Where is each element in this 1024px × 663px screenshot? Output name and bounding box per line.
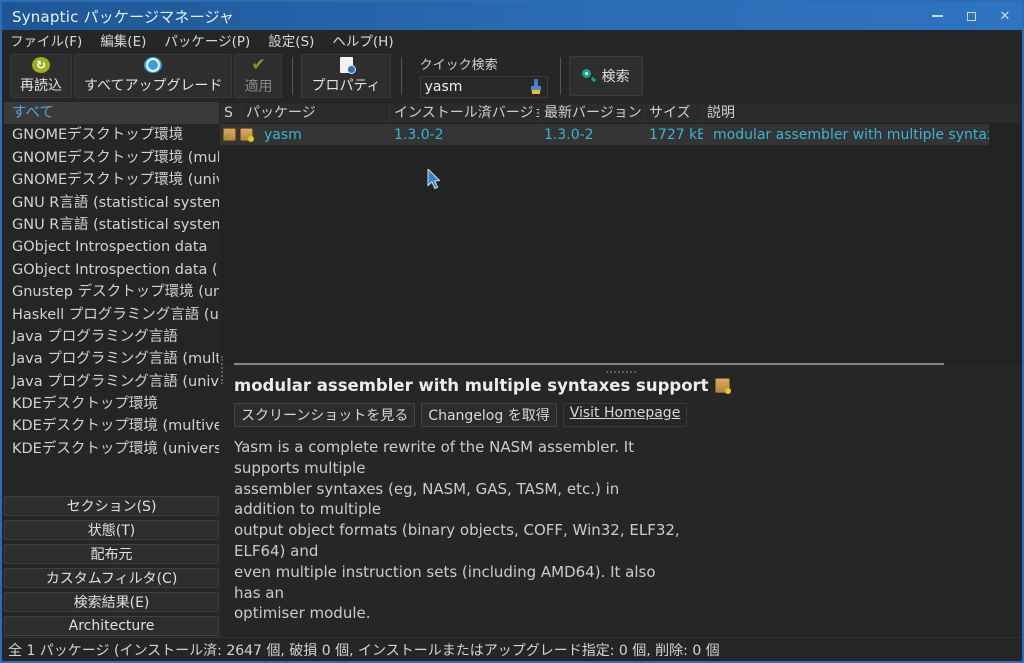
cell-installed-version: 1.3.0-2 [394, 126, 444, 143]
details-description: Yasm is a complete rewrite of the NASM a… [234, 438, 680, 623]
menu-help[interactable]: ヘルプ(H) [332, 30, 393, 50]
sidebar-item-all[interactable]: すべて [4, 102, 219, 125]
quick-search-input[interactable]: yasm [419, 75, 548, 98]
properties-label: プロパティ [311, 77, 381, 94]
close-icon: ✕ [999, 8, 1011, 24]
sidebar-item[interactable]: Java プログラミング言語 [4, 326, 219, 348]
status-text: 全 1 パッケージ (インストール済: 2647 個, 破損 0 個, インスト… [8, 642, 720, 659]
origin-button[interactable]: 配布元 [4, 544, 219, 564]
reload-label: 再読込 [20, 77, 62, 94]
mouse-cursor [427, 169, 441, 190]
properties-button[interactable]: プロパティ [301, 53, 391, 98]
apply-label: 適用 [244, 78, 273, 95]
properties-icon [339, 56, 356, 74]
vertical-splitter-grip[interactable] [221, 356, 223, 384]
menu-settings[interactable]: 設定(S) [268, 30, 314, 50]
details-title: modular assembler with multiple syntaxes… [234, 376, 709, 395]
get-screenshot-button[interactable]: スクリーンショットを見る [234, 403, 416, 427]
row-status-icons: ✓ [220, 128, 260, 143]
sidebar-item[interactable]: GNOMEデスクトップ環境 (multiv [4, 147, 219, 169]
clear-search-icon[interactable] [529, 79, 543, 94]
horizontal-splitter-grip[interactable] [606, 371, 636, 373]
close-button[interactable]: ✕ [988, 2, 1022, 30]
search-button[interactable]: 検索 [568, 55, 643, 96]
maximize-icon [966, 11, 976, 21]
minimize-button[interactable] [920, 2, 954, 30]
package-icon [714, 378, 731, 394]
visit-homepage-link[interactable]: Visit Homepage [562, 403, 688, 427]
column-installed-version[interactable]: インストール済バージョン [390, 103, 540, 123]
quick-search: クイック検索 yasm [419, 54, 548, 98]
sidebar-item[interactable]: KDEデスクトップ環境 (multivers [4, 415, 219, 437]
column-size[interactable]: サイズ [645, 103, 703, 123]
sidebar-item[interactable]: Java プログラミング言語 (multiv [4, 348, 219, 370]
column-latest-version[interactable]: 最新バージョン [540, 103, 645, 123]
toolbar-separator [400, 56, 402, 95]
cell-package: yasm [264, 126, 302, 143]
search-label: 検索 [601, 68, 630, 85]
sidebar-item[interactable]: Gnustep デスクトップ環境 (univ [4, 281, 219, 303]
upgrade-icon [144, 56, 163, 73]
apply-check-icon: ✔ [251, 54, 266, 75]
window-controls: ✕ [920, 2, 1022, 30]
category-list: すべて GNOMEデスクトップ環境 GNOMEデスクトップ環境 (multiv … [4, 102, 219, 494]
sidebar-item[interactable]: GNOMEデスクトップ環境 (unive [4, 169, 219, 191]
reload-icon: ↻ [32, 56, 50, 73]
menu-bar: ファイル(F) 編集(E) パッケージ(P) 設定(S) ヘルプ(H) [2, 30, 1022, 50]
synaptic-window: Synaptic パッケージマネージャ ✕ ファイル(F) 編集(E) パッケー… [0, 0, 1024, 663]
filter-buttons: セクション(S) 状態(T) 配布元 カスタムフィルタ(C) 検索結果(E) A… [4, 496, 219, 636]
status-button[interactable]: 状態(T) [4, 520, 219, 540]
upgrade-label: すべてアップグレード [84, 77, 223, 94]
toolbar-separator [292, 56, 294, 95]
sidebar-item[interactable]: GNU R言語 (statistical system) [4, 214, 219, 236]
sidebar-item[interactable]: GObject Introspection data [4, 236, 219, 258]
get-changelog-button[interactable]: Changelog を取得 [421, 403, 557, 427]
details-links: スクリーンショットを見る Changelog を取得 Visit Homepag… [234, 403, 994, 427]
apply-button[interactable]: ✔ 適用 [234, 53, 283, 98]
package-details-pane: modular assembler with multiple syntaxes… [234, 376, 994, 624]
table-row-yasm[interactable]: ✓ yasm 1.3.0-2 1.3.0-2 1727 kB modular a… [220, 124, 989, 145]
cell-size: 1727 kB [649, 126, 703, 143]
sidebar-item[interactable]: Java プログラミング言語 (univer [4, 371, 219, 393]
title-bar: Synaptic パッケージマネージャ ✕ [2, 2, 1022, 30]
column-status[interactable]: S [220, 103, 242, 123]
quick-search-value: yasm [424, 78, 463, 95]
cell-latest-version: 1.3.0-2 [544, 126, 594, 143]
package-supported-icon [240, 128, 254, 142]
column-description[interactable]: 説明 [703, 103, 1022, 123]
architecture-button[interactable]: Architecture [4, 616, 219, 636]
maximize-button[interactable] [954, 2, 988, 30]
table-header: S パッケージ インストール済バージョン 最新バージョン サイズ 説明 [220, 103, 1022, 123]
sidebar-item[interactable]: GNOMEデスクトップ環境 [4, 124, 219, 146]
package-installed-icon: ✓ [223, 128, 236, 143]
search-icon [581, 69, 596, 83]
horizontal-splitter[interactable] [234, 363, 944, 365]
menu-file[interactable]: ファイル(F) [10, 30, 82, 50]
toolbar-separator [559, 56, 561, 95]
column-package[interactable]: パッケージ [242, 103, 390, 123]
sidebar-item[interactable]: Haskell プログラミング言語 (uni [4, 304, 219, 326]
status-bar: 全 1 パッケージ (インストール済: 2647 個, 破損 0 個, インスト… [2, 637, 1022, 661]
custom-filters-button[interactable]: カスタムフィルタ(C) [4, 568, 219, 588]
menu-edit[interactable]: 編集(E) [100, 30, 146, 50]
window-title: Synaptic パッケージマネージャ [12, 7, 235, 26]
toolbar: ↻ 再読込 すべてアップグレード ✔ 適用 プロパティ クイック検索 yasm … [2, 49, 1022, 102]
menu-package[interactable]: パッケージ(P) [164, 30, 250, 50]
cell-description: modular assembler with multiple syntaxes… [713, 126, 989, 143]
mark-all-upgrades-button[interactable]: すべてアップグレード [74, 53, 233, 98]
sidebar-item[interactable]: KDEデスクトップ環境 [4, 393, 219, 415]
package-table: S パッケージ インストール済バージョン 最新バージョン サイズ 説明 ✓ ya… [220, 102, 1022, 365]
quick-search-label: クイック検索 [419, 57, 498, 73]
search-results-button[interactable]: 検索結果(E) [4, 592, 219, 612]
reload-button[interactable]: ↻ 再読込 [10, 53, 72, 98]
sidebar-item[interactable]: GObject Introspection data (u [4, 259, 219, 281]
sidebar-item[interactable]: KDEデスクトップ環境 (universe) [4, 438, 219, 460]
sections-button[interactable]: セクション(S) [4, 496, 219, 516]
minimize-icon [931, 15, 943, 17]
sidebar-item[interactable]: GNU R言語 (statistical system) [4, 192, 219, 214]
